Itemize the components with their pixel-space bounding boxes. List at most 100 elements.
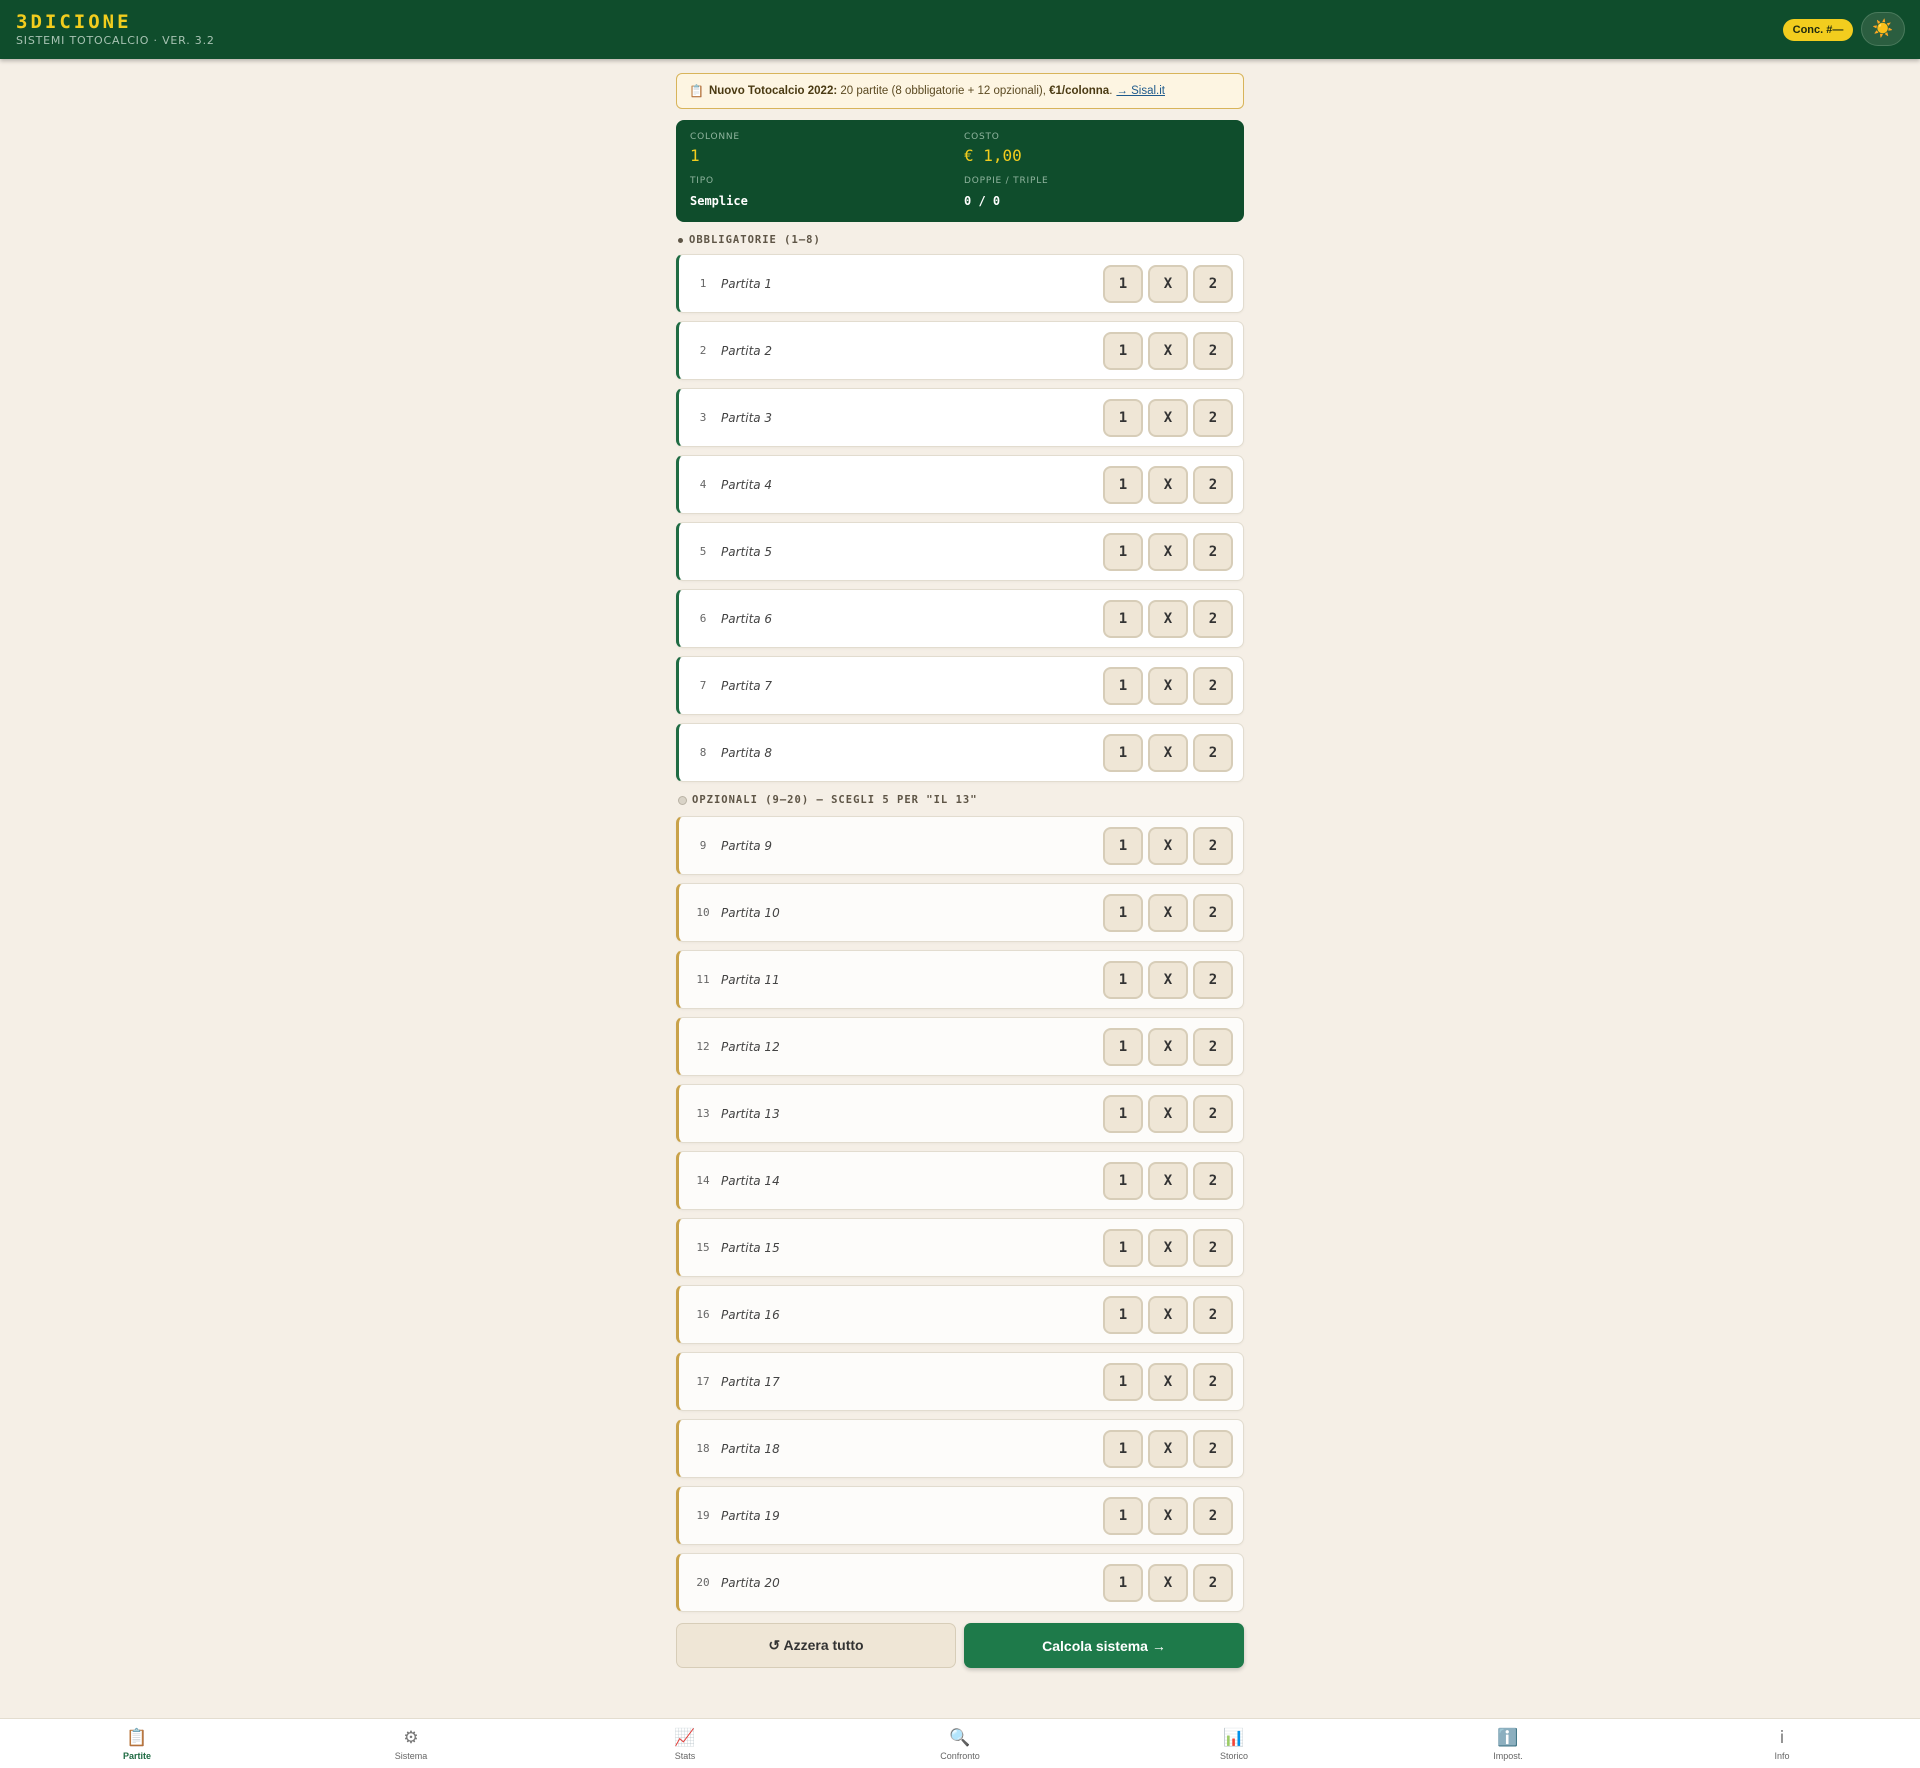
app-header: 3DICIONE SISTEMI TOTOCALCIO · VER. 3.2 C…: [0, 0, 1920, 59]
pick-2-button[interactable]: 2: [1193, 600, 1233, 638]
pick-2-button[interactable]: 2: [1193, 827, 1233, 865]
pick-2-button[interactable]: 2: [1193, 533, 1233, 571]
pick-1-button[interactable]: 1: [1103, 734, 1143, 772]
pick-x-button[interactable]: X: [1148, 1564, 1188, 1602]
nav-item-partite[interactable]: 📋 Partite: [87, 1719, 187, 1768]
optional-section-text: OPZIONALI (9–20) — SCEGLI 5 PER "IL 13": [692, 794, 978, 806]
pick-1-button[interactable]: 1: [1103, 827, 1143, 865]
summary-card: COLONNE 1 COSTO € 1,00 TIPO Semplice DOP…: [676, 120, 1244, 222]
info-box-icon: ℹ️: [1497, 1727, 1519, 1748]
pick-2-button[interactable]: 2: [1193, 466, 1233, 504]
pick-1-button[interactable]: 1: [1103, 1296, 1143, 1334]
pick-1-button[interactable]: 1: [1103, 1028, 1143, 1066]
pick-1-button[interactable]: 1: [1103, 332, 1143, 370]
pick-x-button[interactable]: X: [1148, 1363, 1188, 1401]
match-number: 12: [696, 1040, 710, 1053]
pick-1-button[interactable]: 1: [1103, 961, 1143, 999]
pick-x-button[interactable]: X: [1148, 332, 1188, 370]
pick-1-button[interactable]: 1: [1103, 1095, 1143, 1133]
pick-2-button[interactable]: 2: [1193, 1430, 1233, 1468]
match-number: 2: [699, 344, 707, 357]
pick-2-button[interactable]: 2: [1193, 1564, 1233, 1602]
pick-x-button[interactable]: X: [1148, 1430, 1188, 1468]
contest-badge[interactable]: Conc. #—: [1783, 19, 1853, 41]
nav-item-label: Info: [1774, 1750, 1790, 1761]
match-name: Partita 14: [721, 1173, 780, 1188]
match-number: 10: [696, 906, 710, 919]
pick-1-button[interactable]: 1: [1103, 667, 1143, 705]
pick-1-button[interactable]: 1: [1103, 466, 1143, 504]
pick-2-button[interactable]: 2: [1193, 332, 1233, 370]
pick-x-button[interactable]: X: [1148, 734, 1188, 772]
pick-x-button[interactable]: X: [1148, 1162, 1188, 1200]
pick-1-button[interactable]: 1: [1103, 265, 1143, 303]
match-row: 6 Partita 6 1X2: [676, 589, 1244, 648]
nav-item-storico[interactable]: 📊 Storico: [1184, 1719, 1284, 1768]
match-name: Partita 16: [721, 1307, 780, 1322]
pick-x-button[interactable]: X: [1148, 1296, 1188, 1334]
nav-item-label: Confronto: [940, 1750, 980, 1761]
pick-2-button[interactable]: 2: [1193, 734, 1233, 772]
pick-x-button[interactable]: X: [1148, 1095, 1188, 1133]
bottom-navigation: 📋 Partite ⚙ Sistema 📈 Stats 🔍 Confronto 📊 Storico…: [0, 1718, 1920, 1768]
pick-x-button[interactable]: X: [1148, 533, 1188, 571]
sisal-link[interactable]: → Sisal.it: [1116, 85, 1165, 97]
pick-2-button[interactable]: 2: [1193, 1095, 1233, 1133]
pick-2-button[interactable]: 2: [1193, 961, 1233, 999]
pick-2-button[interactable]: 2: [1193, 894, 1233, 932]
pick-1-button[interactable]: 1: [1103, 399, 1143, 437]
pick-x-button[interactable]: X: [1148, 667, 1188, 705]
pick-2-button[interactable]: 2: [1193, 667, 1233, 705]
match-number: 17: [696, 1375, 710, 1388]
pick-x-button[interactable]: X: [1148, 1028, 1188, 1066]
match-row: 5 Partita 5 1X2: [676, 522, 1244, 581]
pick-1-button[interactable]: 1: [1103, 600, 1143, 638]
pick-x-button[interactable]: X: [1148, 265, 1188, 303]
pick-2-button[interactable]: 2: [1193, 399, 1233, 437]
pick-2-button[interactable]: 2: [1193, 1363, 1233, 1401]
pick-1-button[interactable]: 1: [1103, 1363, 1143, 1401]
calculate-system-button[interactable]: Calcola sistema →: [964, 1623, 1244, 1668]
pick-x-button[interactable]: X: [1148, 894, 1188, 932]
match-name: Partita 18: [721, 1441, 780, 1456]
pick-x-button[interactable]: X: [1148, 466, 1188, 504]
pick-2-button[interactable]: 2: [1193, 1497, 1233, 1535]
pick-x-button[interactable]: X: [1148, 600, 1188, 638]
pick-x-button[interactable]: X: [1148, 1229, 1188, 1267]
match-row: 19 Partita 19 1 X 2: [676, 1486, 1244, 1545]
notice-period: .: [1109, 85, 1113, 97]
pick-x-button[interactable]: X: [1148, 1497, 1188, 1535]
pick-2-button[interactable]: 2: [1193, 1296, 1233, 1334]
reset-all-button[interactable]: ↺ Azzera tutto: [676, 1623, 956, 1668]
nav-item-stats[interactable]: 📈 Stats: [635, 1719, 735, 1768]
match-name: Partita 10: [721, 905, 780, 920]
theme-toggle-button[interactable]: ☀️: [1861, 12, 1905, 46]
pick-x-button[interactable]: X: [1148, 961, 1188, 999]
nav-item-confronto[interactable]: 🔍 Confronto: [910, 1719, 1010, 1768]
pick-1-button[interactable]: 1: [1103, 1564, 1143, 1602]
match-name: Partita 12: [721, 1039, 780, 1054]
pick-1-button[interactable]: 1: [1103, 1229, 1143, 1267]
nav-item-label: Impost.: [1493, 1750, 1523, 1761]
match-number: 14: [696, 1174, 710, 1187]
nav-item-impost[interactable]: ℹ️ Impost.: [1458, 1719, 1558, 1768]
match-row: 2 Partita 21X2: [676, 321, 1244, 380]
match-row: 15 Partita 15 1 X 2: [676, 1218, 1244, 1277]
pick-1-button[interactable]: 1: [1103, 1162, 1143, 1200]
pick-1-button[interactable]: 1: [1103, 533, 1143, 571]
pick-2-button[interactable]: 2: [1193, 1028, 1233, 1066]
pick-x-button[interactable]: X: [1148, 827, 1188, 865]
pick-x-button[interactable]: X: [1148, 399, 1188, 437]
nav-item-info[interactable]: i Info: [1732, 1719, 1832, 1768]
notice-bold: Nuovo Totocalcio 2022:: [708, 85, 838, 97]
pick-2-button[interactable]: 2: [1193, 265, 1233, 303]
pick-1-button[interactable]: 1: [1103, 894, 1143, 932]
pick-1-button[interactable]: 1: [1103, 1430, 1143, 1468]
match-row: 12 Partita 12 1 X 2: [676, 1017, 1244, 1076]
notice-text: 20 partite (8 obbligatorie + 12 opzional…: [837, 85, 1050, 97]
pick-2-button[interactable]: 2: [1193, 1229, 1233, 1267]
match-row: 20 Partita 20 1 X 2: [676, 1553, 1244, 1612]
nav-item-sistema[interactable]: ⚙ Sistema: [361, 1719, 461, 1768]
pick-1-button[interactable]: 1: [1103, 1497, 1143, 1535]
pick-2-button[interactable]: 2: [1193, 1162, 1233, 1200]
